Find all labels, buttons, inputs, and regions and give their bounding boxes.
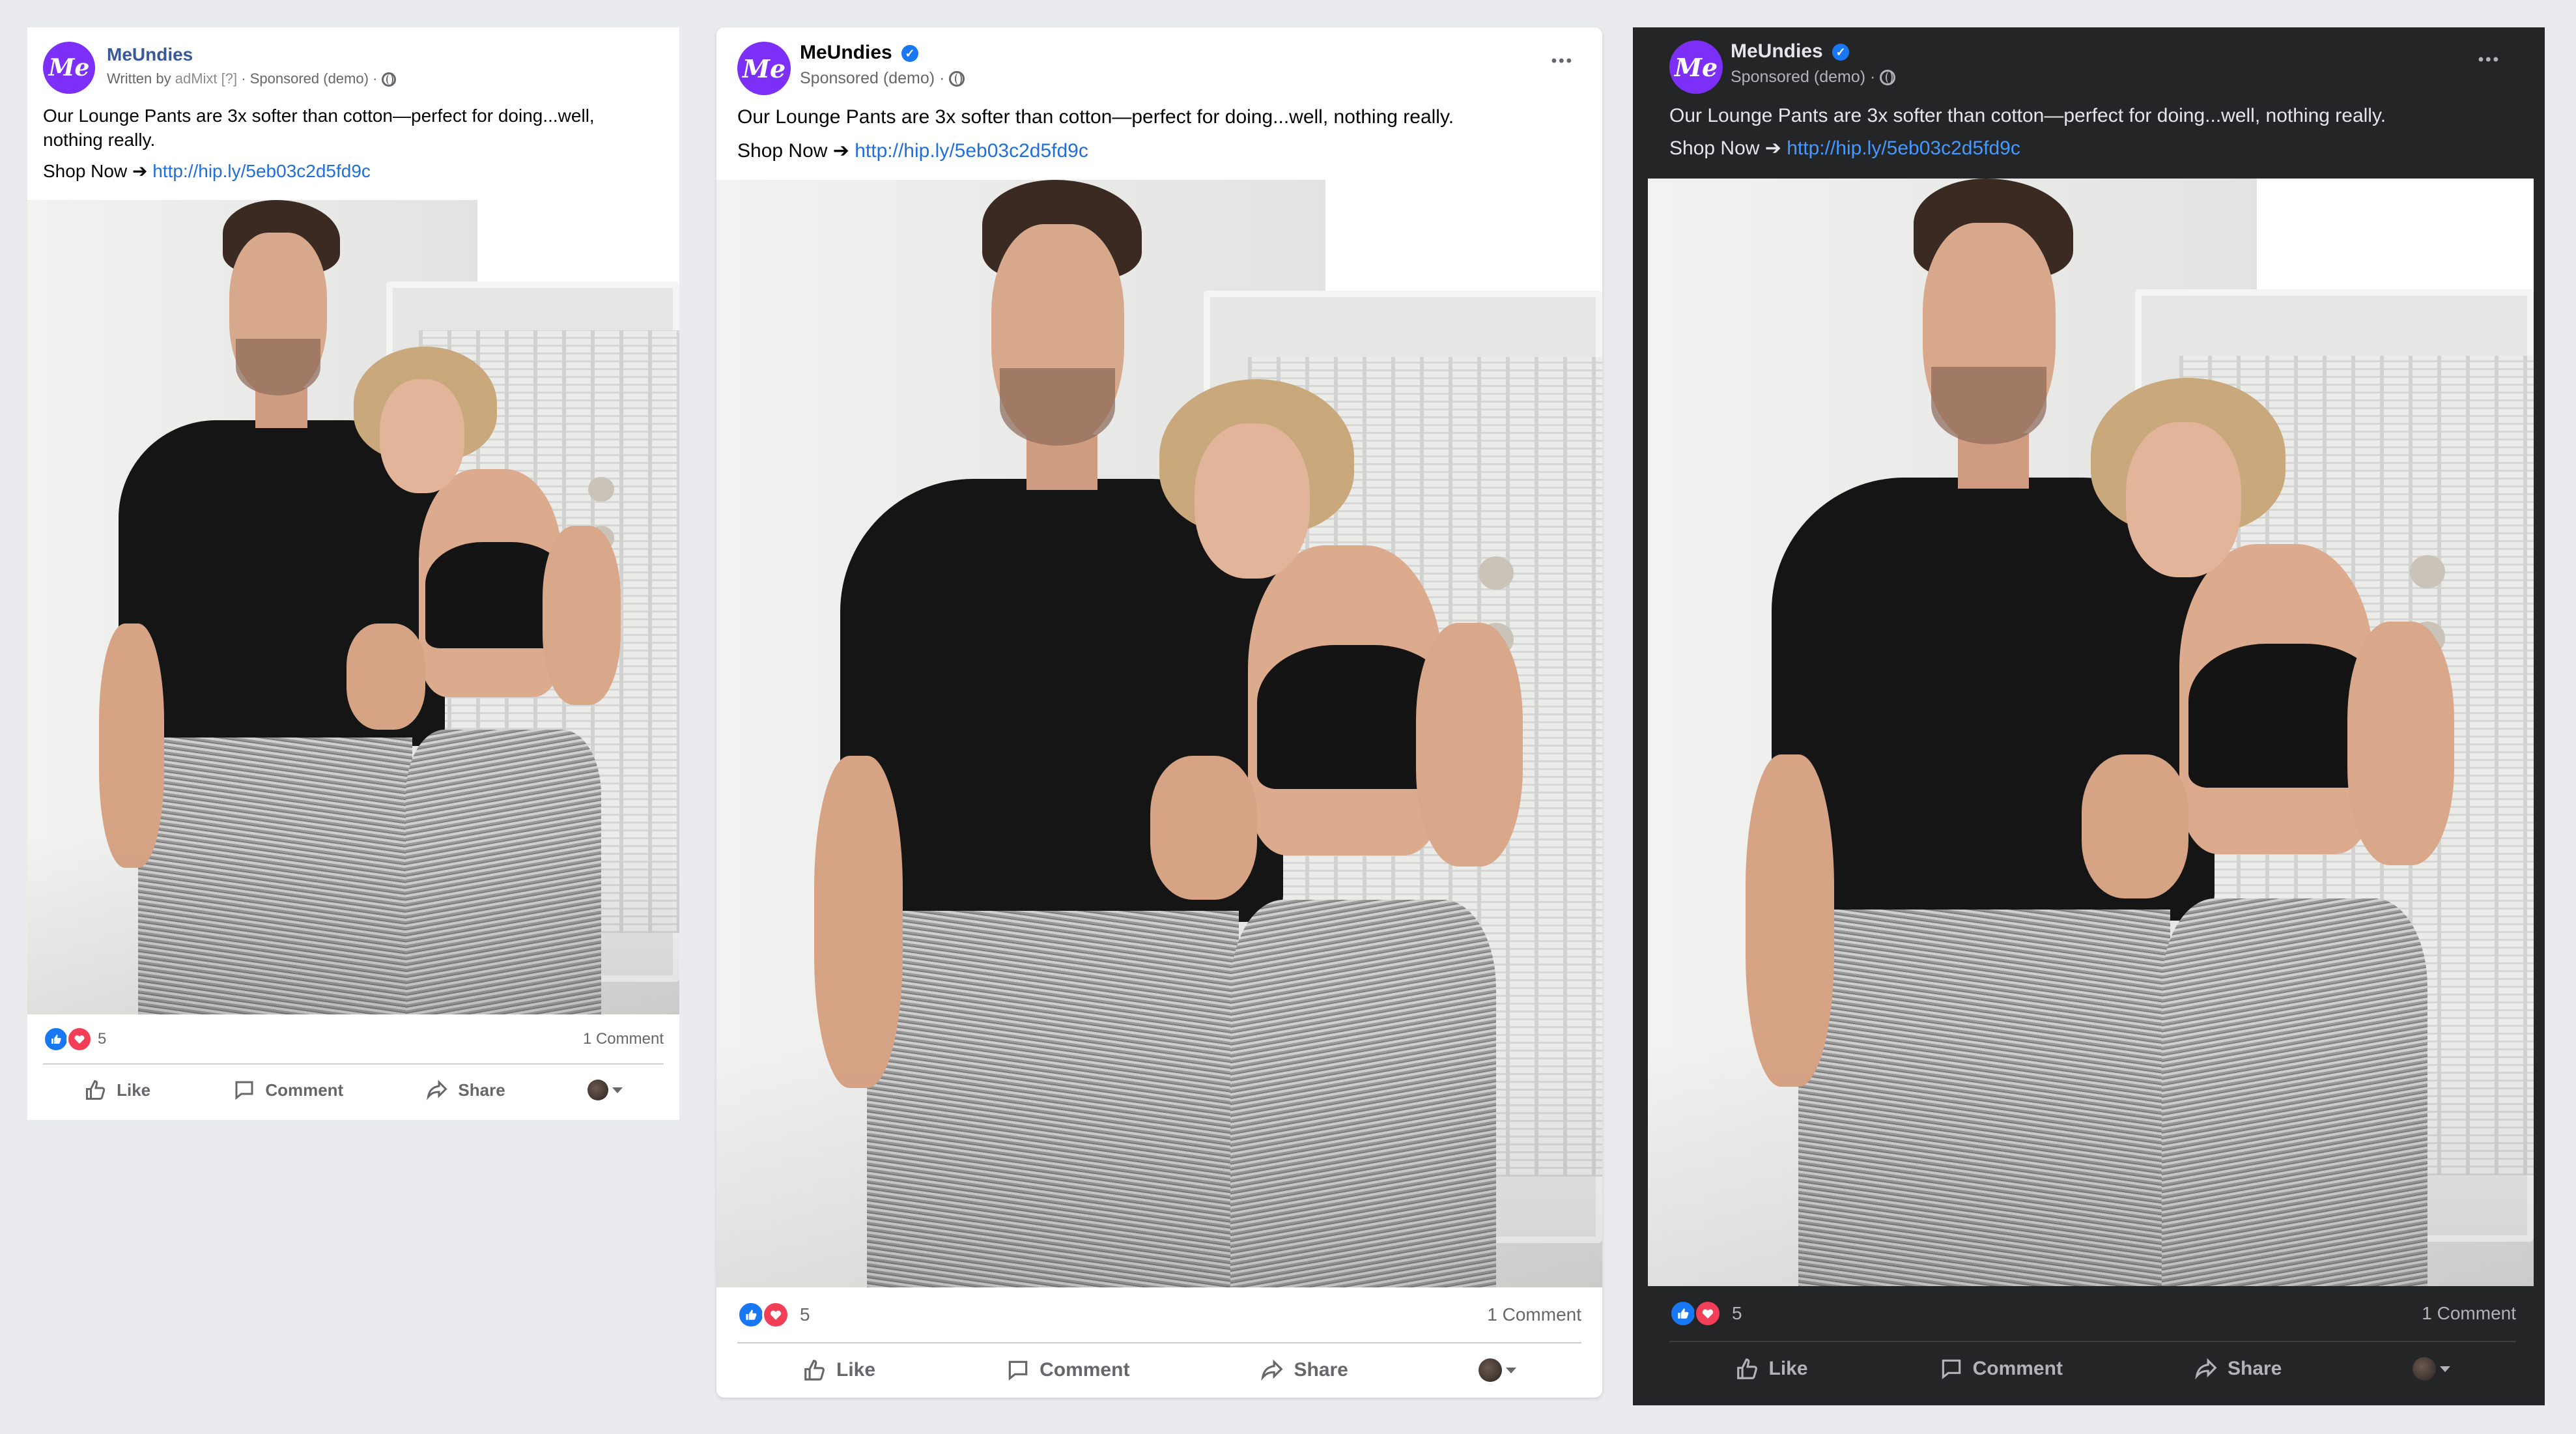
more-options-button[interactable]: ••• (1551, 52, 1574, 70)
post-image[interactable] (716, 180, 1602, 1287)
viewer-avatar (1478, 1358, 1502, 1382)
cta-line: Shop Now ➔ http://hip.ly/5eb03c2d5fd9c (43, 160, 371, 182)
reaction-count: 5 (1732, 1303, 1742, 1323)
actions-divider (737, 1342, 1581, 1343)
comment-button[interactable]: Comment (1939, 1356, 2063, 1381)
sponsored-label[interactable]: Sponsored (demo) (800, 69, 935, 87)
thumbs-up-icon (86, 1080, 106, 1100)
viewer-avatar (587, 1080, 608, 1100)
share-button[interactable]: Share (425, 1078, 505, 1102)
more-options-button[interactable]: ••• (2478, 51, 2500, 69)
audience-selector[interactable] (2413, 1357, 2451, 1381)
sponsored-label[interactable]: Sponsored (demo) (250, 70, 369, 87)
chevron-down-icon (612, 1087, 623, 1093)
post-text: Our Lounge Pants are 3x softer than cott… (43, 106, 595, 150)
action-bar: Like Comment Share (43, 1067, 664, 1113)
ad-preview-light: Me MeUndies ✓ Sponsored (demo) · ••• Our… (716, 27, 1602, 1398)
reactions-summary[interactable]: 5 (1669, 1300, 1742, 1327)
love-reaction-icon (762, 1301, 789, 1328)
post-meta: Sponsored (demo) · (800, 69, 965, 88)
reaction-count: 5 (98, 1030, 107, 1048)
verified-badge-icon: ✓ (1832, 44, 1850, 61)
cta-line: Shop Now ➔ http://hip.ly/5eb03c2d5fd9c (737, 139, 1088, 162)
share-button[interactable]: Share (2194, 1356, 2282, 1381)
help-link[interactable]: [?] (221, 70, 237, 87)
page-avatar[interactable]: Me (737, 42, 791, 95)
globe-icon (949, 71, 965, 87)
page-name-link[interactable]: MeUndies ✓ (1731, 40, 1850, 63)
comment-count-link[interactable]: 1 Comment (1487, 1304, 1581, 1325)
post-meta: Sponsored (demo) · (1731, 68, 1896, 87)
action-bar: Like Comment Share (1669, 1346, 2516, 1392)
globe-icon (381, 72, 396, 87)
love-reaction-icon (66, 1026, 92, 1052)
like-reaction-icon (1669, 1300, 1697, 1327)
cta-label: Shop Now ➔ (737, 140, 849, 162)
audience-selector[interactable] (587, 1080, 623, 1100)
written-by-label: Written by (107, 70, 171, 87)
post-text: Our Lounge Pants are 3x softer than cott… (737, 106, 1454, 128)
post-image[interactable] (27, 200, 679, 1014)
sponsored-label[interactable]: Sponsored (demo) (1731, 68, 1865, 86)
page-avatar[interactable]: Me (1669, 40, 1723, 94)
ad-preview-dark: Me MeUndies ✓ Sponsored (demo) · ••• Our… (1633, 27, 2545, 1405)
viewer-avatar (2413, 1357, 2437, 1381)
verified-badge-icon: ✓ (901, 45, 919, 63)
globe-icon (1880, 70, 1896, 86)
cta-label: Shop Now ➔ (1669, 137, 1781, 159)
page-name-link[interactable]: MeUndies ✓ (800, 42, 919, 64)
chevron-down-icon (2440, 1366, 2451, 1372)
like-reaction-icon (737, 1301, 765, 1328)
cta-link[interactable]: http://hip.ly/5eb03c2d5fd9c (855, 140, 1088, 162)
like-button[interactable]: Like (1735, 1356, 1808, 1381)
author-name[interactable]: adMixt (175, 70, 218, 87)
comment-icon (235, 1081, 253, 1100)
share-icon (2195, 1358, 2217, 1380)
reactions-summary[interactable]: 5 (43, 1026, 106, 1052)
like-reaction-icon (43, 1026, 69, 1052)
actions-divider (1669, 1341, 2516, 1342)
page-name-link[interactable]: MeUndies (107, 44, 193, 65)
comment-button[interactable]: Comment (1006, 1358, 1129, 1383)
post-stats: 5 1 Comment (737, 1297, 1581, 1333)
cta-link[interactable]: http://hip.ly/5eb03c2d5fd9c (152, 161, 371, 181)
reaction-count: 5 (800, 1304, 810, 1325)
comment-count-link[interactable]: 1 Comment (2422, 1303, 2516, 1324)
audience-selector[interactable] (1478, 1358, 1516, 1382)
post-image[interactable] (1648, 179, 2534, 1286)
post-meta: Written by adMixt [?] · Sponsored (demo)… (107, 70, 396, 87)
share-icon (427, 1080, 448, 1100)
comment-icon (1942, 1359, 1960, 1379)
post-stats: 5 1 Comment (1669, 1295, 2516, 1332)
love-reaction-icon (1694, 1300, 1721, 1327)
thumbs-up-icon (804, 1360, 825, 1381)
cta-line: Shop Now ➔ http://hip.ly/5eb03c2d5fd9c (1669, 137, 2020, 160)
like-button[interactable]: Like (802, 1358, 875, 1383)
post-stats: 5 1 Comment (43, 1023, 664, 1055)
thumbs-up-icon (1736, 1358, 1757, 1379)
comment-count-link[interactable]: 1 Comment (583, 1030, 664, 1048)
post-text: Our Lounge Pants are 3x softer than cott… (1669, 105, 2386, 126)
comment-button[interactable]: Comment (233, 1078, 343, 1102)
cta-link[interactable]: http://hip.ly/5eb03c2d5fd9c (1787, 137, 2020, 159)
comment-icon (1008, 1360, 1028, 1381)
chevron-down-icon (1505, 1367, 1516, 1373)
page-avatar[interactable]: Me (43, 42, 95, 94)
share-button[interactable]: Share (1260, 1358, 1348, 1383)
actions-divider (43, 1063, 664, 1065)
like-button[interactable]: Like (84, 1078, 150, 1102)
action-bar: Like Comment Share (737, 1347, 1581, 1393)
ad-preview-classic: Me MeUndies Written by adMixt [?] · Spon… (27, 27, 679, 1120)
share-icon (1261, 1359, 1283, 1381)
reactions-summary[interactable]: 5 (737, 1301, 810, 1328)
cta-label: Shop Now ➔ (43, 161, 148, 181)
